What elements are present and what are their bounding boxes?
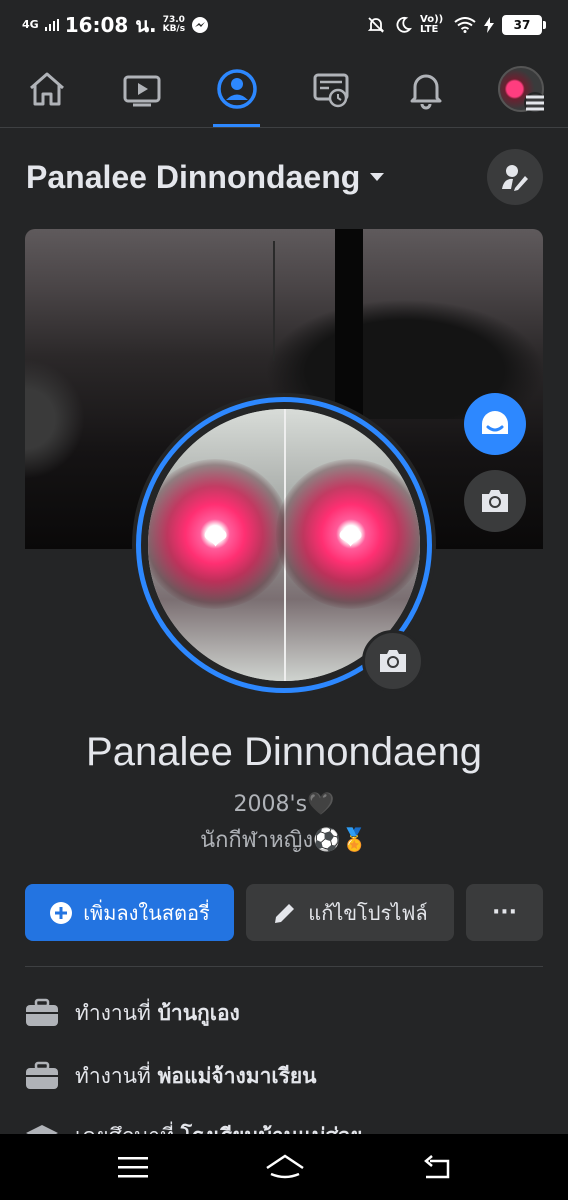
heart-icon: ❤: [338, 522, 364, 557]
wifi-icon: [454, 17, 476, 33]
back-icon[interactable]: [422, 1155, 450, 1179]
info-row-work: ทำงานที่ บ้านกูเอง: [25, 993, 543, 1033]
account-switcher-name[interactable]: Panalee Dinnondaeng: [26, 159, 360, 196]
profile-name: Panalee Dinnondaeng: [86, 730, 482, 774]
volte-indicator: Vo)) LTE: [420, 14, 444, 35]
plus-circle-icon: [50, 901, 73, 924]
system-navigation-bar: [0, 1134, 568, 1200]
info-value[interactable]: บ้านกูเอง: [158, 1001, 240, 1025]
info-value[interactable]: พ่อแม่จ้างมาเรียน: [158, 1064, 317, 1088]
person-edit-icon: [502, 165, 528, 191]
nav-home[interactable]: [0, 50, 95, 127]
home-button-icon[interactable]: [265, 1154, 305, 1180]
video-icon: [123, 75, 161, 106]
menu-icon: [523, 91, 546, 114]
camera-icon: [380, 650, 406, 672]
heart-icon: ❤: [203, 522, 229, 557]
pencil-icon: [275, 903, 295, 923]
add-to-story-label: เพิ่มลงในสตอรี่: [83, 900, 210, 925]
change-profile-picture-button[interactable]: [362, 630, 424, 692]
notification-muted-icon: [367, 17, 385, 33]
briefcase-icon: [26, 998, 58, 1026]
bio-line-2: นักกีฬาหญิง⚽🏅: [200, 828, 368, 853]
nav-news[interactable]: [284, 50, 379, 127]
info-prefix: ทำงานที่: [75, 1000, 151, 1025]
profile-actions: เพิ่มลงในสตอรี่ แก้ไขโปรไฟล์ ···: [25, 884, 543, 941]
charging-icon: [484, 17, 494, 33]
add-to-story-button[interactable]: เพิ่มลงในสตอรี่: [25, 884, 234, 941]
chevron-down-icon[interactable]: [370, 173, 385, 181]
bio-line-1: 2008's🖤: [233, 792, 335, 817]
more-options-button[interactable]: ···: [466, 884, 543, 941]
nav-watch[interactable]: [95, 50, 190, 127]
bell-icon: [410, 74, 442, 109]
clock: 16:08 น.: [64, 13, 157, 37]
news-feed-icon: [313, 73, 349, 107]
network-speed: 73.0 KB/s: [162, 15, 186, 34]
battery-indicator: 37: [502, 15, 546, 35]
avatar-smile-icon: [482, 411, 508, 434]
nav-profile[interactable]: [189, 50, 284, 127]
info-row-work: ทำงานที่ พ่อแม่จ้างมาเรียน: [25, 1056, 543, 1096]
signal-icon: [44, 19, 59, 31]
edit-profile-label: แก้ไขโปรไฟล์: [308, 900, 428, 925]
more-icon: ···: [491, 900, 518, 925]
profile-header: Panalee Dinnondaeng: [26, 148, 543, 206]
avatar-frame-button[interactable]: [464, 393, 526, 455]
nav-menu[interactable]: [473, 50, 568, 127]
profile-icon: [216, 68, 257, 109]
divider: [25, 966, 543, 967]
info-prefix: ทำงานที่: [75, 1063, 151, 1088]
change-cover-button[interactable]: [464, 470, 526, 532]
camera-icon: [482, 490, 508, 512]
network-indicator: 4G: [22, 18, 39, 31]
status-bar: 4G 16:08 น. 73.0 KB/s Vo)) LTE 37: [0, 0, 568, 50]
briefcase-icon: [26, 1061, 58, 1089]
home-icon: [30, 72, 65, 105]
recent-apps-icon[interactable]: [118, 1156, 149, 1178]
top-navigation: [0, 50, 568, 128]
menu-avatar: [497, 65, 546, 114]
edit-profile-button[interactable]: แก้ไขโปรไฟล์: [246, 884, 454, 941]
nav-notifications[interactable]: [379, 50, 474, 127]
edit-profile-shortcut-button[interactable]: [487, 149, 543, 205]
messenger-icon: [192, 17, 209, 33]
moon-icon: [396, 16, 412, 33]
